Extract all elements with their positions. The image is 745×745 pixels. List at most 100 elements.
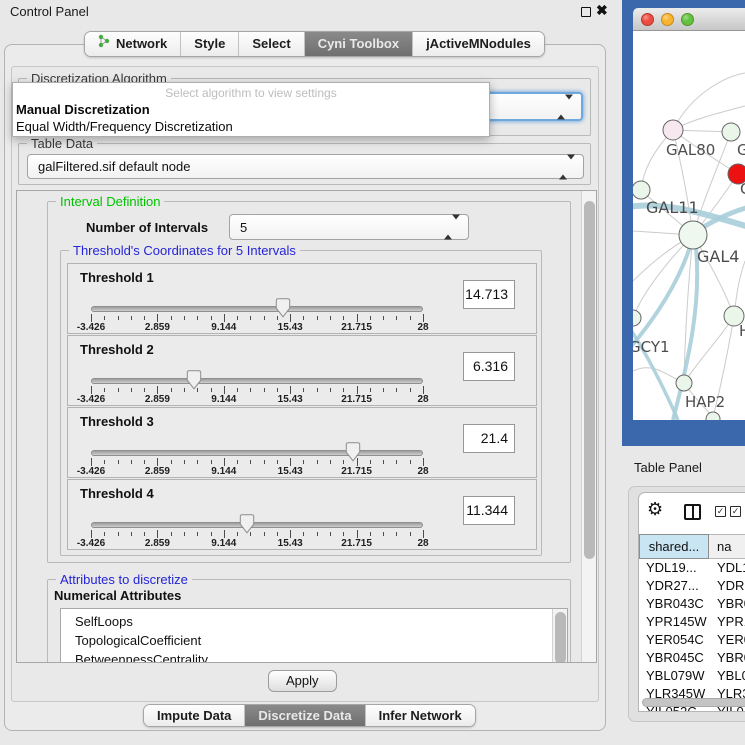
float-window-icon[interactable]: [581, 7, 591, 17]
slider-tick: [264, 460, 265, 464]
table-row[interactable]: YBR043CYBR0: [639, 596, 745, 614]
slider-thumb[interactable]: [240, 514, 255, 534]
tab-discretize-data[interactable]: Discretize Data: [244, 705, 364, 726]
slider-tick: [171, 532, 172, 536]
network-edge-thick[interactable]: [633, 237, 693, 349]
threshold-slider[interactable]: -3.4262.8599.14415.4321.71528: [91, 408, 423, 479]
tab-jactivemnodules[interactable]: jActiveMNodules: [412, 32, 544, 56]
table-data-combobox[interactable]: galFiltered.sif default node: [27, 154, 584, 179]
slider-tick: [370, 460, 371, 464]
group-title-table-data: Table Data: [27, 136, 97, 151]
cell-shared-name[interactable]: YPR145W: [639, 614, 709, 632]
slider-tick: [277, 532, 278, 536]
cell-name[interactable]: YBL0: [709, 668, 745, 686]
attribute-list-item[interactable]: BetweennessCentrality: [61, 650, 567, 663]
slider-tick: [184, 316, 185, 320]
threshold-slider[interactable]: -3.4262.8599.14415.4321.71528: [91, 336, 423, 407]
network-node[interactable]: [676, 375, 692, 391]
slider-thumb[interactable]: [275, 298, 290, 318]
network-node[interactable]: [706, 412, 720, 420]
cell-name[interactable]: YDR2: [709, 578, 745, 596]
slider-thumb[interactable]: [186, 370, 201, 390]
popup-item-equal-width-frequency[interactable]: Equal Width/Frequency Discretization: [16, 119, 486, 134]
network-node[interactable]: [663, 120, 683, 140]
gear-icon[interactable]: ⚙: [647, 499, 663, 520]
network-node[interactable]: [633, 181, 650, 199]
attribute-list-item[interactable]: SelfLoops: [61, 612, 567, 631]
apply-button[interactable]: Apply: [268, 670, 337, 692]
slider-tick: [410, 316, 411, 320]
cell-shared-name[interactable]: YDR27...: [639, 578, 709, 596]
network-node-label: GAL11: [646, 198, 699, 217]
tab-cyni-toolbox[interactable]: Cyni Toolbox: [304, 32, 412, 56]
cell-name[interactable]: YDL1: [709, 560, 745, 578]
scrollbar-thumb[interactable]: [642, 698, 745, 707]
attribute-list-item[interactable]: TopologicalCoefficient: [61, 631, 567, 650]
table-row[interactable]: YPR145WYPR1: [639, 614, 745, 632]
tab-network[interactable]: Network: [85, 32, 180, 56]
combo-stepper-icon: [557, 99, 573, 114]
table-row[interactable]: YER054CYER0: [639, 632, 745, 650]
network-canvas[interactable]: GAL80GACGAL11GAL4HGCY1HAP2: [633, 31, 745, 420]
scrollbar-thumb[interactable]: [555, 612, 566, 663]
table-row[interactable]: YDL19...YDL1: [639, 560, 745, 578]
number-of-intervals-combobox[interactable]: 5: [229, 214, 469, 240]
slider-track[interactable]: [91, 306, 423, 312]
column-header-shared-name[interactable]: shared...: [639, 534, 709, 559]
table-horizontal-scrollbar[interactable]: [642, 698, 745, 707]
group-thresholds: Threshold's Coordinates for 5 Intervals …: [60, 250, 542, 556]
popup-item-manual-discretization[interactable]: Manual Discretization: [16, 102, 486, 117]
slider-track[interactable]: [91, 450, 423, 456]
slider-track[interactable]: [91, 522, 423, 528]
table-row[interactable]: YBL079WYBL0: [639, 668, 745, 686]
attributes-list-scrollbar[interactable]: [552, 609, 567, 663]
cell-name[interactable]: YER0: [709, 632, 745, 650]
cell-shared-name[interactable]: YBR043C: [639, 596, 709, 614]
scrollbar-thumb[interactable]: [584, 201, 595, 559]
slider-track[interactable]: [91, 378, 423, 384]
cell-shared-name[interactable]: YBL079W: [639, 668, 709, 686]
threshold-slider[interactable]: -3.4262.8599.14415.4321.71528: [91, 264, 423, 335]
table-row[interactable]: YDR27...YDR2: [639, 578, 745, 596]
slider-tick: [197, 532, 198, 536]
checkbox-icon[interactable]: ✓: [730, 506, 741, 517]
network-node[interactable]: [679, 221, 707, 249]
group-title-interval-definition: Interval Definition: [56, 194, 164, 209]
checkbox-icon[interactable]: ✓: [715, 506, 726, 517]
tab-infer-network[interactable]: Infer Network: [365, 705, 475, 726]
network-node[interactable]: [633, 310, 641, 326]
slider-tick: [250, 460, 251, 464]
slider-tick: [131, 532, 132, 536]
network-node-label: H: [739, 322, 745, 340]
slider-tick: [343, 532, 344, 536]
cell-name[interactable]: YPR1: [709, 614, 745, 632]
threshold-value-field[interactable]: 21.4: [463, 424, 515, 453]
slider-thumb[interactable]: [346, 442, 361, 462]
zoom-traffic-light-icon[interactable]: [681, 13, 694, 26]
close-traffic-light-icon[interactable]: [641, 13, 654, 26]
network-node[interactable]: [722, 123, 740, 141]
network-graph[interactable]: GAL80GACGAL11GAL4HGCY1HAP2: [633, 31, 745, 420]
slider-tick: [343, 460, 344, 464]
cell-shared-name[interactable]: YDL19...: [639, 560, 709, 578]
threshold-slider[interactable]: -3.4262.8599.14415.4321.71528: [91, 480, 423, 551]
slider-tick: [383, 460, 384, 464]
numerical-attributes-list[interactable]: SelfLoopsTopologicalCoefficientBetweenne…: [60, 608, 568, 663]
table-row[interactable]: YBR045CYBR0: [639, 650, 745, 668]
tab-select[interactable]: Select: [238, 32, 303, 56]
tab-impute-data[interactable]: Impute Data: [144, 705, 244, 726]
close-icon[interactable]: ✖: [596, 2, 608, 19]
cell-shared-name[interactable]: YBR045C: [639, 650, 709, 668]
cell-name[interactable]: YBR0: [709, 596, 745, 614]
columns-icon[interactable]: [684, 504, 701, 520]
threshold-value-field[interactable]: 11.344: [463, 496, 515, 525]
cell-name[interactable]: YBR0: [709, 650, 745, 668]
settings-vertical-scrollbar[interactable]: [581, 191, 596, 662]
minimize-traffic-light-icon[interactable]: [661, 13, 674, 26]
column-header-name[interactable]: na: [709, 534, 745, 559]
network-edge[interactable]: [673, 73, 745, 130]
tab-style[interactable]: Style: [180, 32, 238, 56]
cell-shared-name[interactable]: YER054C: [639, 632, 709, 650]
threshold-value-field[interactable]: 6.316: [463, 352, 515, 381]
threshold-value-field[interactable]: 14.713: [463, 280, 515, 309]
